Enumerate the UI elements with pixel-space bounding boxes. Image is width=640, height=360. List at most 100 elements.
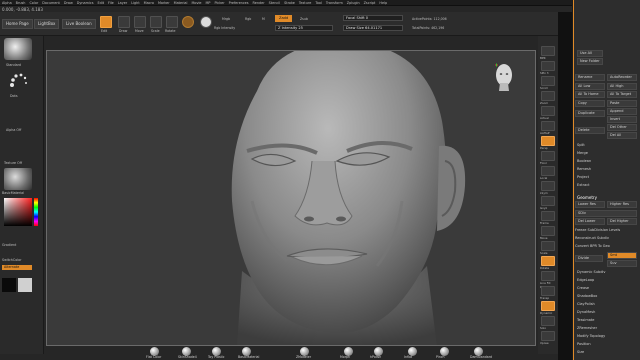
insert-button[interactable]: Insert xyxy=(607,116,637,123)
menu-material[interactable]: Material xyxy=(174,1,188,5)
color-swatch-icon[interactable] xyxy=(200,16,212,28)
size-menu[interactable]: Size xyxy=(577,350,584,354)
view-move-icon[interactable] xyxy=(541,226,555,236)
higher-res-button[interactable]: Higher Res xyxy=(607,201,637,208)
zremesher-menu[interactable]: ZRemesher xyxy=(577,326,597,330)
secondary-color-swatch[interactable] xyxy=(18,278,32,292)
menu-alpha[interactable]: Alpha xyxy=(2,1,12,5)
view-zoom-icon[interactable] xyxy=(541,91,555,101)
project-menu[interactable]: Project xyxy=(577,175,589,179)
use-all-button[interactable]: Use All xyxy=(577,50,603,57)
menu-picker[interactable]: Picker xyxy=(214,1,224,5)
stroke-thumbnail[interactable] xyxy=(4,70,32,92)
rgb-toggle[interactable]: Rgb xyxy=(245,17,251,21)
menu-color[interactable]: Color xyxy=(29,1,38,5)
edgeloop-menu[interactable]: EdgeLoop xyxy=(577,278,594,282)
all-high-button[interactable]: All High xyxy=(607,83,637,90)
menu-texture[interactable]: Texture xyxy=(299,1,311,5)
position-menu[interactable]: Position xyxy=(577,342,591,346)
view-transp-icon[interactable] xyxy=(541,286,555,296)
new-folder-button[interactable]: New Folder xyxy=(577,58,603,65)
del-all-button[interactable]: Del All xyxy=(607,132,637,139)
rename-button[interactable]: Rename xyxy=(575,74,605,81)
all-low-button[interactable]: All Low xyxy=(575,83,605,90)
main-color-swatch[interactable] xyxy=(2,278,16,292)
lightbox-button[interactable]: LightBox xyxy=(34,19,60,29)
edit-mode-icon[interactable] xyxy=(100,16,112,28)
hue-slider[interactable] xyxy=(34,198,38,226)
view-rotate-icon[interactable] xyxy=(541,256,555,266)
remesh-menu[interactable]: Remesh xyxy=(577,167,591,171)
copy-button[interactable]: Copy xyxy=(575,100,605,107)
alternate-button[interactable]: Alternate xyxy=(2,265,32,270)
draw-size-slider[interactable]: Draw Size 64.01171 xyxy=(343,25,403,31)
scale-mode-icon[interactable] xyxy=(150,16,162,28)
lower-res-button[interactable]: Lower Res xyxy=(575,201,605,208)
m-toggle[interactable]: M xyxy=(262,17,265,21)
menu-edit[interactable]: Edit xyxy=(97,1,104,5)
rotate-mode-icon[interactable] xyxy=(166,16,178,28)
menu-mp[interactable]: MP xyxy=(206,1,211,5)
paste-button[interactable]: Paste xyxy=(607,100,637,107)
menu-preferences[interactable]: Preferences xyxy=(229,1,249,5)
auto-reorder-button[interactable]: AutoReorder xyxy=(607,74,637,81)
scroll-column[interactable] xyxy=(558,12,572,360)
shadowbox-menu[interactable]: ShadowBox xyxy=(577,294,597,298)
view-frame-icon[interactable] xyxy=(541,211,555,221)
divide-button[interactable]: Divide xyxy=(575,255,603,262)
view-scale-icon[interactable] xyxy=(541,241,555,251)
view-xpose-icon[interactable] xyxy=(541,331,555,341)
view-persp-icon[interactable] xyxy=(541,136,555,146)
all-to-home-button[interactable]: All To Home xyxy=(575,91,605,98)
alpha-thumbnail[interactable] xyxy=(4,106,32,128)
menu-movie[interactable]: Movie xyxy=(191,1,201,5)
del-lower-button[interactable]: Del Lower xyxy=(575,218,605,225)
focal-shift-slider[interactable]: Focal Shift 0 xyxy=(343,15,403,21)
home-page-button[interactable]: Home Page xyxy=(2,19,33,29)
crease-menu[interactable]: Crease xyxy=(577,286,589,290)
dynamesh-menu[interactable]: DynaMesh xyxy=(577,310,595,314)
material-sphere-icon[interactable] xyxy=(182,16,194,28)
view-gxyz-icon[interactable] xyxy=(541,196,555,206)
menu-layer[interactable]: Layer xyxy=(118,1,127,5)
view-aahalf-icon[interactable] xyxy=(541,121,555,131)
color-picker[interactable] xyxy=(4,198,32,226)
menu-light[interactable]: Light xyxy=(131,1,139,5)
menu-zscript[interactable]: Zscript xyxy=(364,1,376,5)
modify-topology-menu[interactable]: Modify Topology xyxy=(577,334,605,338)
menu-stroke[interactable]: Stroke xyxy=(284,1,295,5)
rgb-intensity-slider[interactable]: Rgb Intensity xyxy=(214,26,235,30)
view-bpr-icon[interactable] xyxy=(541,46,555,56)
view-scroll-icon[interactable] xyxy=(541,76,555,86)
delete-button[interactable]: Delete xyxy=(575,127,605,134)
viewport-canvas[interactable] xyxy=(46,50,536,346)
mrgb-toggle[interactable]: Mrgb xyxy=(222,17,230,21)
switch-color-label[interactable]: SwitchColor xyxy=(2,258,22,262)
menu-transform[interactable]: Transform xyxy=(326,1,343,5)
append-button[interactable]: Append xyxy=(607,108,637,115)
view-floor-icon[interactable] xyxy=(541,151,555,161)
menu-dynamics[interactable]: Dynamics xyxy=(77,1,94,5)
menu-document[interactable]: Document xyxy=(42,1,60,5)
zsub-button[interactable]: Zsub xyxy=(300,17,308,21)
zadd-button[interactable]: Zadd xyxy=(275,15,293,22)
view-line-fill-polyf-icon[interactable] xyxy=(541,271,555,281)
split-menu[interactable]: Split xyxy=(577,143,585,147)
menu-stencil[interactable]: Stencil xyxy=(269,1,280,5)
menu-marker[interactable]: Marker xyxy=(158,1,170,5)
material-thumbnail[interactable] xyxy=(4,168,32,190)
sdiv-slider[interactable]: SDiv xyxy=(575,210,637,217)
view-dynamic-icon[interactable] xyxy=(541,301,555,311)
suv-toggle[interactable]: Suv xyxy=(607,260,637,267)
menu-help[interactable]: Help xyxy=(379,1,387,5)
view-lsym-icon[interactable] xyxy=(541,181,555,191)
draw-mode-icon[interactable] xyxy=(118,16,130,28)
extract-menu[interactable]: Extract xyxy=(577,183,590,187)
freeze-subdiv-button[interactable]: Freeze SubDivision Levels xyxy=(575,228,620,232)
boolean-menu[interactable]: Boolean xyxy=(577,159,591,163)
menu-macro[interactable]: Macro xyxy=(144,1,154,5)
texture-thumbnail[interactable] xyxy=(4,140,32,162)
dynamic-subdiv-menu[interactable]: Dynamic Subdiv xyxy=(577,270,605,274)
all-to-target-button[interactable]: All To Target xyxy=(607,91,637,98)
brush-thumbnail[interactable] xyxy=(4,38,32,60)
